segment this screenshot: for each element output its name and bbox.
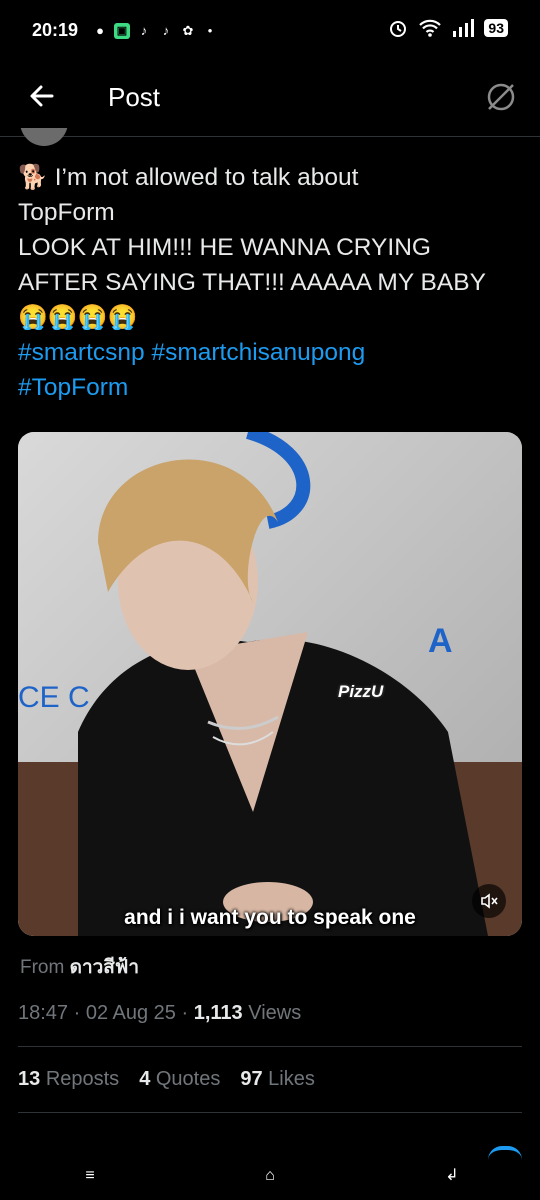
- tweet-line-4: AFTER SAYING THAT!!! AAAAA MY BABY: [18, 269, 486, 296]
- svg-text:A: A: [428, 622, 453, 660]
- hashtag-link[interactable]: #smartchisanupong: [151, 339, 365, 366]
- tweet-line-1: 🐕 I’m not allowed to talk about: [18, 164, 359, 191]
- speaker-muted-icon: [481, 893, 498, 909]
- home-icon[interactable]: ⌂: [260, 1166, 280, 1186]
- tiktok-icon-2: ♪: [162, 23, 170, 38]
- grok-icon[interactable]: [484, 80, 518, 114]
- post-time: 18:47: [18, 1002, 69, 1024]
- avatar[interactable]: [20, 128, 68, 146]
- system-icons: 93: [388, 18, 508, 38]
- hashtag-link[interactable]: #smartcsnp: [18, 339, 145, 366]
- hashtags-line-1: #smartcsnp #smartchisanupong: [18, 335, 528, 370]
- svg-text:CE C: CE C: [18, 681, 90, 714]
- fan-icon: ✿: [182, 23, 194, 38]
- post-date: 02 Aug 25: [85, 1002, 176, 1024]
- back-nav-icon[interactable]: ↲: [442, 1166, 462, 1186]
- engagement-stats: 13 Reposts 4 Quotes 97 Likes: [18, 1068, 315, 1091]
- menu-icon[interactable]: ≡: [80, 1166, 100, 1186]
- post-meta: 18:47 · 02 Aug 25 · 1,113 Views: [18, 1002, 302, 1024]
- likes-link[interactable]: 97 Likes: [240, 1068, 315, 1091]
- status-time: 20:19: [32, 20, 79, 40]
- tiktok-icon: ♪: [140, 23, 148, 38]
- quotes-link[interactable]: 4 Quotes: [139, 1068, 220, 1091]
- notification-icons: ● ▣ ♪ ♪ ✿ •: [92, 20, 218, 42]
- tweet-line-2: TopForm: [18, 199, 115, 226]
- status-bar: 20:19 ● ▣ ♪ ♪ ✿ • 93: [0, 0, 540, 62]
- chat-icon: ●: [96, 23, 104, 38]
- video-player[interactable]: A CE C PizzU and i i want you to speak o…: [18, 432, 522, 936]
- views-label: Views: [248, 1002, 302, 1024]
- divider: [18, 1112, 522, 1113]
- crying-emojis: 😭😭😭😭: [18, 304, 138, 331]
- wifi-icon: [419, 19, 442, 37]
- app-notification-icon: ▣: [114, 23, 130, 39]
- video-subtitle: and i i want you to speak one: [124, 906, 416, 929]
- system-nav-bar: ≡ ⌂ ↲: [0, 1158, 540, 1200]
- video-frame-image: A CE C: [18, 432, 522, 936]
- more-dot-icon: •: [207, 23, 213, 38]
- mute-button[interactable]: [472, 884, 506, 918]
- views-count: 1,113: [193, 1002, 243, 1024]
- author-avatar-stub[interactable]: [20, 128, 68, 146]
- battery-indicator: 93: [484, 19, 508, 37]
- dog-emoji: 🐕: [18, 164, 48, 191]
- source-name-link[interactable]: ดาวสีฟ้า: [70, 957, 139, 978]
- tweet-body: 🐕 I’m not allowed to talk about TopForm …: [18, 160, 528, 405]
- hashtags-line-2: #TopForm: [18, 370, 528, 405]
- signal-icon: [453, 19, 475, 37]
- back-arrow-icon[interactable]: [26, 80, 58, 112]
- page-title: Post: [108, 82, 161, 112]
- reposts-link[interactable]: 13 Reposts: [18, 1068, 119, 1091]
- hashtag-link[interactable]: #TopForm: [18, 374, 128, 401]
- app-header: Post: [0, 62, 540, 137]
- alarm-icon: [390, 21, 407, 37]
- watermark: PizzU: [338, 682, 384, 701]
- source-attribution: From ดาวสีฟ้า: [20, 952, 139, 982]
- source-label: From: [20, 957, 65, 978]
- divider: [18, 1046, 522, 1047]
- tweet-line-3: LOOK AT HIM!!! HE WANNA CRYING: [18, 234, 431, 261]
